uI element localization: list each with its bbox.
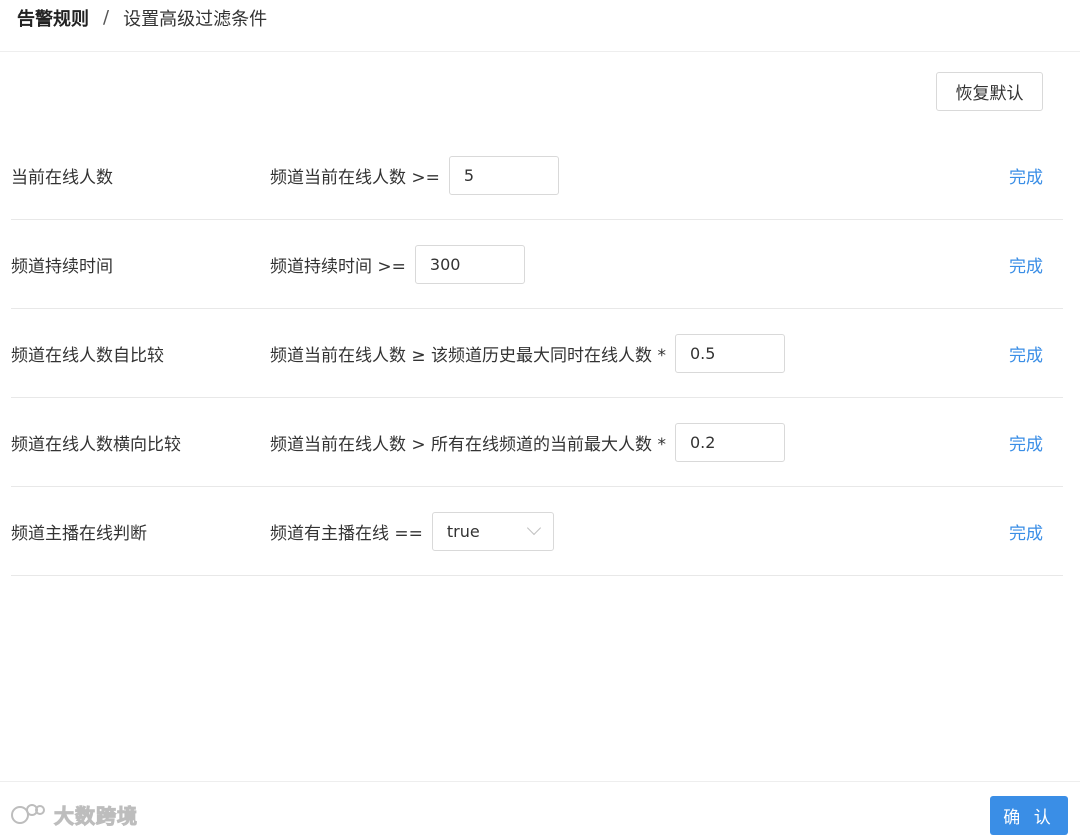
breadcrumb-root[interactable]: 告警规则 xyxy=(17,5,89,31)
filter-row-online-count: 当前在线人数 频道当前在线人数 >= 完成 xyxy=(11,131,1063,220)
row-label: 频道在线人数横向比较 xyxy=(11,434,181,455)
breadcrumb-separator: / xyxy=(103,7,110,28)
done-link[interactable]: 完成 xyxy=(1009,341,1043,366)
confirm-button[interactable]: 确 认 xyxy=(990,796,1068,835)
online-count-input[interactable] xyxy=(448,155,559,195)
done-link[interactable]: 完成 xyxy=(1009,163,1043,188)
done-link[interactable]: 完成 xyxy=(1009,519,1043,544)
row-condition: 频道持续时间 >= xyxy=(270,244,525,284)
horizontal-compare-ratio-input[interactable] xyxy=(674,422,785,462)
breadcrumb: 告警规则 / 设置高级过滤条件 xyxy=(0,0,1080,52)
page: 告警规则 / 设置高级过滤条件 恢复默认 当前在线人数 频道当前在线人数 >= … xyxy=(0,0,1080,839)
footer: 确 认 xyxy=(0,781,1080,839)
chevron-down-icon xyxy=(526,520,541,536)
row-condition: 频道当前在线人数 >= xyxy=(270,155,559,195)
duration-input[interactable] xyxy=(414,244,525,284)
watermark-text: 大数跨境 xyxy=(54,804,138,829)
host-online-select[interactable]: true xyxy=(431,511,554,551)
condition-text: 频道持续时间 >= xyxy=(270,256,406,277)
filter-row-host-online: 频道主播在线判断 频道有主播在线 == true 完成 xyxy=(11,487,1063,576)
row-condition: 频道当前在线人数 > 所有在线频道的当前最大人数 * xyxy=(270,422,785,462)
row-label: 频道持续时间 xyxy=(11,256,113,277)
self-compare-ratio-input[interactable] xyxy=(674,333,785,373)
reset-default-button[interactable]: 恢复默认 xyxy=(936,72,1043,111)
select-value: true xyxy=(446,521,480,541)
filter-row-horizontal-compare: 频道在线人数横向比较 频道当前在线人数 > 所有在线频道的当前最大人数 * 完成 xyxy=(11,398,1063,487)
breadcrumb-current: 设置高级过滤条件 xyxy=(123,8,268,30)
row-condition: 频道当前在线人数 ≥ 该频道历史最大同时在线人数 * xyxy=(270,333,785,373)
condition-text: 频道有主播在线 == xyxy=(270,523,423,544)
condition-text: 频道当前在线人数 ≥ 该频道历史最大同时在线人数 * xyxy=(270,345,666,366)
row-condition: 频道有主播在线 == true xyxy=(270,511,554,551)
done-link[interactable]: 完成 xyxy=(1009,430,1043,455)
row-label: 频道主播在线判断 xyxy=(11,523,147,544)
filter-row-duration: 频道持续时间 频道持续时间 >= 完成 xyxy=(11,220,1063,309)
condition-text: 频道当前在线人数 >= xyxy=(270,167,440,188)
filter-row-self-compare: 频道在线人数自比较 频道当前在线人数 ≥ 该频道历史最大同时在线人数 * 完成 xyxy=(11,309,1063,398)
row-label: 频道在线人数自比较 xyxy=(11,345,164,366)
filter-rows: 当前在线人数 频道当前在线人数 >= 完成 频道持续时间 频道持续时间 >= 完… xyxy=(11,131,1063,576)
watermark: 大数跨境 xyxy=(10,800,138,829)
watermark-logo-icon xyxy=(11,803,45,824)
condition-text: 频道当前在线人数 > 所有在线频道的当前最大人数 * xyxy=(270,434,666,455)
row-label: 当前在线人数 xyxy=(11,167,113,188)
done-link[interactable]: 完成 xyxy=(1009,252,1043,277)
